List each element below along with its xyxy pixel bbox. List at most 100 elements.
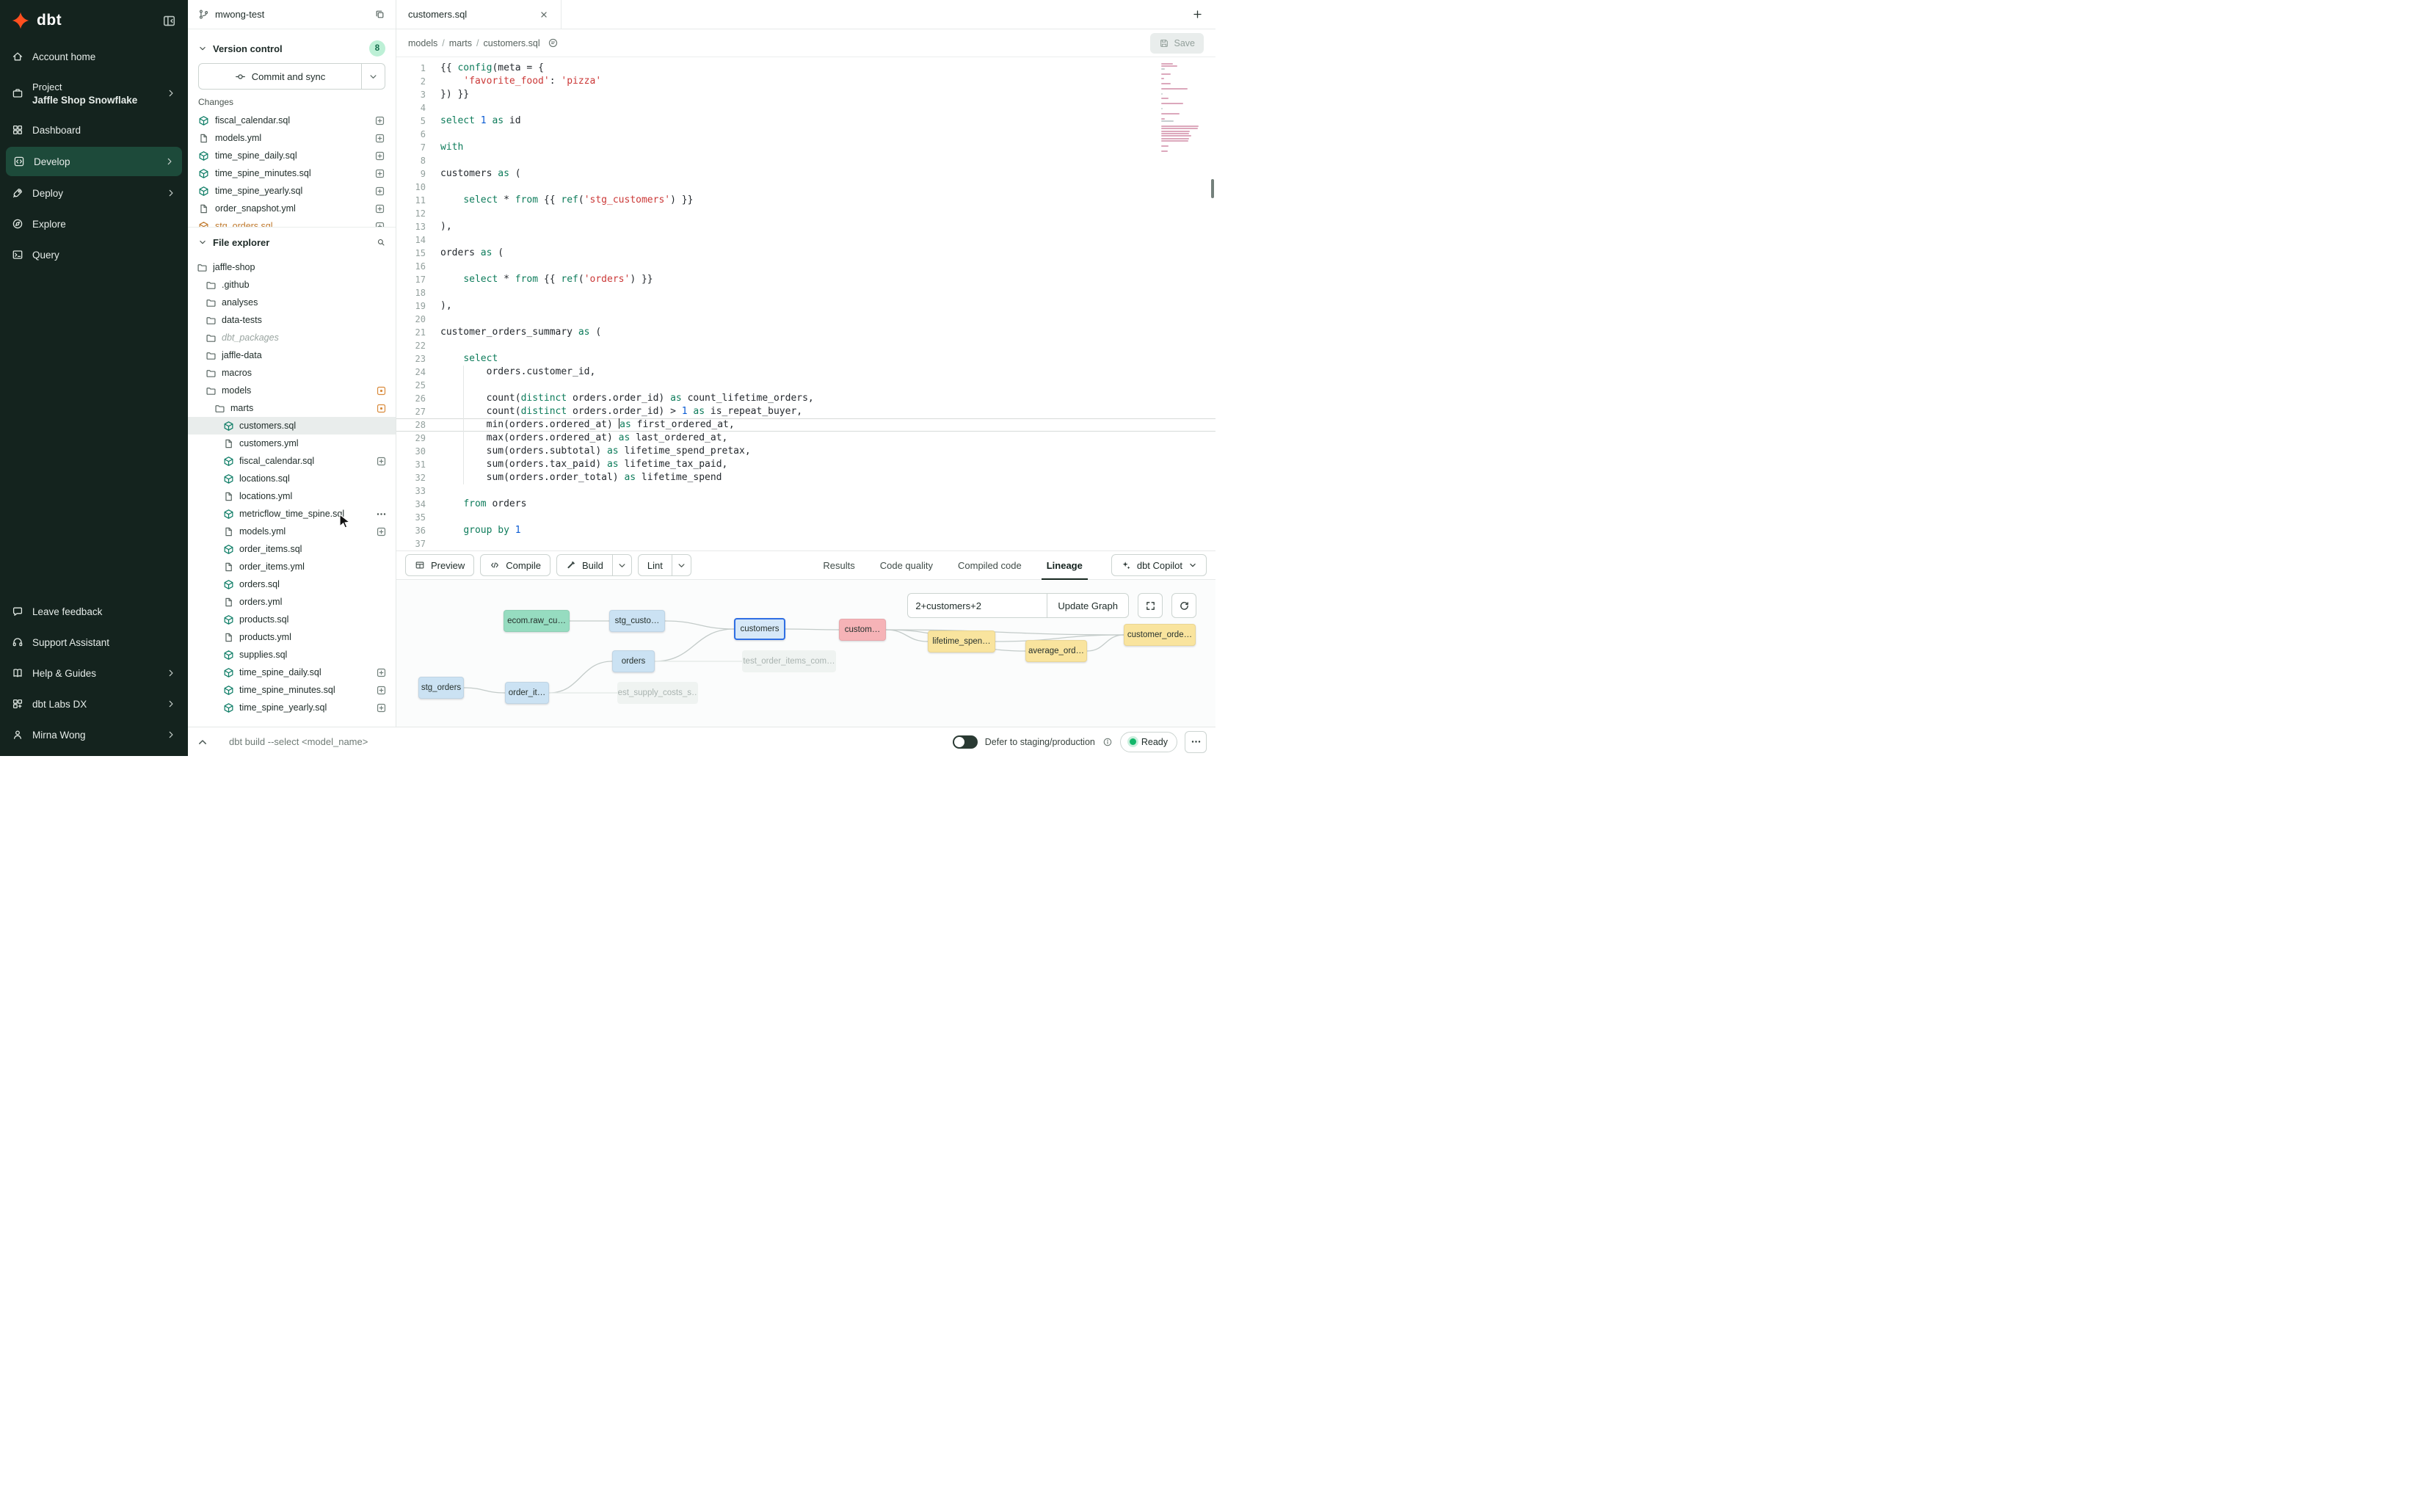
stage-change-button[interactable] [374, 221, 385, 228]
lineage-node-customers[interactable]: customers [734, 618, 785, 640]
new-tab-button[interactable] [1188, 5, 1207, 24]
lineage-node-lifetime[interactable]: lifetime_spen… [928, 630, 995, 653]
status-badge[interactable]: Ready [1120, 732, 1177, 752]
sidebar-item-leave-feedback[interactable]: Leave feedback [0, 596, 188, 627]
lineage-node-orders[interactable]: orders [612, 650, 655, 672]
code-line-35[interactable]: 35 [396, 511, 1216, 524]
lineage-node-ecom[interactable]: ecom.raw_cu… [504, 610, 570, 632]
code-line-22[interactable]: 22 [396, 339, 1216, 352]
change-row-models-yml[interactable]: models.yml [198, 129, 385, 147]
tree-item-customers-sql[interactable]: customers.sql [188, 417, 396, 435]
scrollbar-thumb[interactable] [1211, 179, 1214, 198]
lineage-node-custom2[interactable]: custom… [839, 619, 886, 641]
code-line-11[interactable]: 11 select * from {{ ref('stg_customers')… [396, 194, 1216, 207]
sidebar-item-develop[interactable]: Develop [6, 147, 182, 176]
tree-item-order-items-yml[interactable]: order_items.yml [188, 558, 396, 575]
lineage-node-stg-orders[interactable]: stg_orders [418, 677, 464, 699]
stage-file-button[interactable] [376, 667, 387, 678]
sidebar-item-explore[interactable]: Explore [0, 208, 188, 239]
tree-item-products-yml[interactable]: products.yml [188, 628, 396, 646]
code-line-31[interactable]: 31 sum(orders.tax_paid) as lifetime_tax_… [396, 458, 1216, 471]
breadcrumb-file[interactable]: customers.sql [484, 38, 540, 48]
code-line-37[interactable]: 37 [396, 537, 1216, 550]
tree-item-customers-yml[interactable]: customers.yml [188, 435, 396, 452]
version-control-header[interactable]: Version control 8 [198, 37, 385, 60]
change-row-stg-orders-sql[interactable]: stg_orders.sql [198, 217, 385, 228]
sidebar-item-query[interactable]: Query [0, 239, 188, 270]
tab-lineage[interactable]: Lineage [1034, 551, 1095, 579]
sidebar-item-account-home[interactable]: Account home [0, 41, 188, 72]
code-line-8[interactable]: 8 [396, 154, 1216, 167]
refresh-button[interactable] [1171, 593, 1196, 618]
commit-and-sync-button[interactable]: Commit and sync [198, 63, 385, 90]
lineage-node-test-supply[interactable]: test_supply_costs_s… [617, 682, 698, 704]
lineage-node-stg-customers[interactable]: stg_custo… [609, 610, 665, 632]
tree-item-dbt-packages[interactable]: dbt_packages [188, 329, 396, 346]
code-line-16[interactable]: 16 [396, 260, 1216, 273]
code-line-27[interactable]: 27 count(distinct orders.order_id) > 1 a… [396, 405, 1216, 418]
collapse-sidebar-icon[interactable] [162, 14, 176, 28]
tree-item-metricflow-time-spine-sql[interactable]: metricflow_time_spine.sql [188, 505, 396, 523]
tab-code-quality[interactable]: Code quality [868, 551, 945, 579]
code-line-30[interactable]: 30 sum(orders.subtotal) as lifetime_spen… [396, 445, 1216, 458]
tree-item-time-spine-yearly-sql[interactable]: time_spine_yearly.sql [188, 699, 396, 716]
dbt-copilot-button[interactable]: dbt Copilot [1111, 554, 1207, 576]
stage-file-button[interactable] [376, 685, 387, 696]
code-line-23[interactable]: 23 select [396, 352, 1216, 366]
code-line-14[interactable]: 14 [396, 233, 1216, 247]
defer-toggle[interactable] [953, 735, 978, 749]
lineage-node-customer-orde[interactable]: customer_orde… [1124, 624, 1196, 646]
tree-item-models-yml[interactable]: models.yml [188, 523, 396, 540]
sidebar-item-help-guides[interactable]: Help & Guides [0, 658, 188, 688]
code-line-10[interactable]: 10 [396, 181, 1216, 194]
docs-icon[interactable] [548, 37, 559, 48]
command-input[interactable]: dbt build --select <model_name> [229, 736, 368, 747]
code-line-33[interactable]: 33 [396, 484, 1216, 498]
sidebar-item-project[interactable]: ProjectJaffle Shop Snowflake [0, 72, 188, 115]
stage-file-button[interactable] [376, 526, 387, 537]
lint-options-button[interactable] [672, 555, 691, 575]
sidebar-item-dbt-labs-dx[interactable]: dbt Labs DX [0, 688, 188, 719]
change-row-time-spine-minutes-sql[interactable]: time_spine_minutes.sql [198, 164, 385, 182]
more-options-button[interactable] [1185, 731, 1207, 753]
code-line-34[interactable]: 34 from orders [396, 498, 1216, 511]
code-line-21[interactable]: 21customer_orders_summary as ( [396, 326, 1216, 339]
sidebar-item-mirna-wong[interactable]: Mirna Wong [0, 719, 188, 750]
tree-item-order-items-sql[interactable]: order_items.sql [188, 540, 396, 558]
close-tab-icon[interactable] [539, 10, 549, 20]
code-line-32[interactable]: 32 sum(orders.order_total) as lifetime_s… [396, 471, 1216, 484]
tree-item-data-tests[interactable]: data-tests [188, 311, 396, 329]
update-graph-button[interactable]: Update Graph [1047, 593, 1129, 618]
code-line-3[interactable]: 3}) }} [396, 88, 1216, 101]
save-button[interactable]: Save [1150, 33, 1204, 54]
stage-file-button[interactable] [376, 702, 387, 713]
stage-change-button[interactable] [374, 168, 385, 179]
stage-file-button[interactable] [376, 456, 387, 467]
code-line-2[interactable]: 2 'favorite_food': 'pizza' [396, 75, 1216, 88]
commit-options-button[interactable] [361, 64, 385, 89]
lineage-node-average[interactable]: average_ord… [1025, 640, 1087, 662]
info-icon[interactable] [1102, 737, 1113, 747]
tree-item-jaffle-shop[interactable]: jaffle-shop [188, 258, 396, 276]
tree-item-fiscal-calendar-sql[interactable]: fiscal_calendar.sql [188, 452, 396, 470]
tree-item-marts[interactable]: marts [188, 399, 396, 417]
tree-item-github[interactable]: .github [188, 276, 396, 294]
tab-compiled-code[interactable]: Compiled code [945, 551, 1034, 579]
tree-item-supplies-sql[interactable]: supplies.sql [188, 646, 396, 664]
code-line-7[interactable]: 7with [396, 141, 1216, 154]
sidebar-item-dashboard[interactable]: Dashboard [0, 115, 188, 145]
code-line-19[interactable]: 19), [396, 299, 1216, 313]
lint-button[interactable]: Lint [639, 555, 672, 575]
code-line-9[interactable]: 9customers as ( [396, 167, 1216, 181]
lineage-panel[interactable]: ecom.raw_cu… stg_custo… customers custom… li… [396, 580, 1216, 727]
lineage-node-test-order[interactable]: test_order_items_com… [742, 650, 836, 672]
code-line-24[interactable]: 24 orders.customer_id, [396, 366, 1216, 379]
code-line-4[interactable]: 4 [396, 101, 1216, 115]
tree-item-products-sql[interactable]: products.sql [188, 611, 396, 628]
tab-results[interactable]: Results [810, 551, 867, 579]
tree-item-models[interactable]: models [188, 382, 396, 399]
tree-item-analyses[interactable]: analyses [188, 294, 396, 311]
stage-change-button[interactable] [374, 186, 385, 197]
copy-branch-icon[interactable] [374, 9, 385, 20]
breadcrumb-models[interactable]: models [408, 38, 437, 48]
